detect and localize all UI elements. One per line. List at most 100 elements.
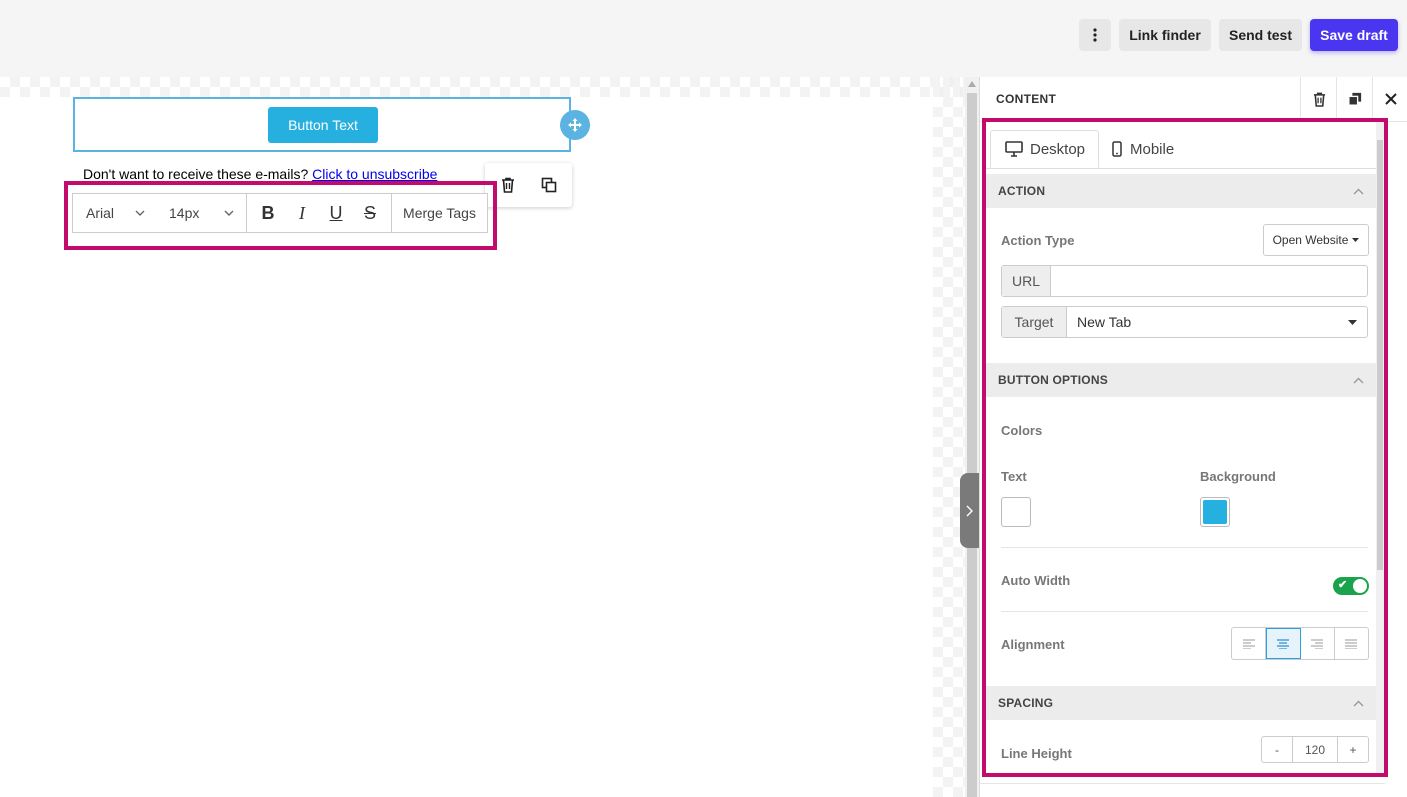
target-value: New Tab xyxy=(1077,314,1132,330)
unsubscribe-text: Don't want to receive these e-mails? xyxy=(83,166,309,182)
tab-mobile[interactable]: Mobile xyxy=(1112,130,1212,168)
line-height-label: Line Height xyxy=(1001,746,1072,761)
unsubscribe-link[interactable]: Click to unsubscribe xyxy=(312,166,437,182)
text-color-fill xyxy=(1004,500,1028,524)
align-left-icon xyxy=(1242,639,1255,649)
line-height-value[interactable]: 120 xyxy=(1293,737,1337,762)
divider xyxy=(1001,611,1368,612)
action-type-label: Action Type xyxy=(1001,233,1075,248)
line-height-stepper: - 120 + xyxy=(1261,736,1369,763)
text-color-swatch[interactable] xyxy=(1001,497,1031,527)
font-family-value: Arial xyxy=(86,205,115,221)
section-button-options-title: BUTTON OPTIONS xyxy=(998,373,1108,387)
align-right-icon xyxy=(1311,639,1324,649)
phone-icon xyxy=(1112,141,1122,157)
merge-tags-button[interactable]: Merge Tags xyxy=(392,205,487,221)
line-height-decrement[interactable]: - xyxy=(1262,737,1293,762)
divider xyxy=(1001,547,1368,548)
url-field: URL xyxy=(1001,265,1368,297)
action-type-select[interactable]: Open Website xyxy=(1263,224,1369,256)
move-icon xyxy=(568,118,582,132)
delete-row-button[interactable] xyxy=(498,175,518,195)
scroll-up-arrow-icon[interactable] xyxy=(968,81,976,87)
duplicate-content-button[interactable] xyxy=(1336,77,1373,121)
panel-header: CONTENT xyxy=(980,77,1407,122)
device-tabs: Desktop Mobile xyxy=(986,130,1376,169)
check-icon: ✔ xyxy=(1338,579,1348,591)
panel-title: CONTENT xyxy=(996,92,1057,106)
underline-button[interactable]: U xyxy=(319,194,353,232)
caret-down-icon xyxy=(1348,319,1357,325)
align-center-button[interactable] xyxy=(1266,628,1301,659)
row-actions-popover xyxy=(485,163,572,207)
align-justify-icon xyxy=(1345,639,1358,649)
target-addon: Target xyxy=(1002,307,1067,337)
italic-button[interactable]: I xyxy=(285,194,319,232)
chevron-right-icon xyxy=(966,505,973,516)
duplicate-icon xyxy=(1348,92,1362,106)
alignment-label: Alignment xyxy=(1001,637,1065,652)
trash-icon xyxy=(1313,92,1325,107)
tab-desktop[interactable]: Desktop xyxy=(990,130,1099,168)
panel-content: Desktop Mobile ACTION Action Type Open W… xyxy=(986,122,1376,773)
section-button-options-header[interactable]: BUTTON OPTIONS xyxy=(986,363,1376,397)
auto-width-toggle[interactable]: ✔ xyxy=(1333,577,1369,595)
auto-width-label: Auto Width xyxy=(1001,573,1071,588)
close-icon xyxy=(1385,93,1397,105)
canvas-scrollbar[interactable] xyxy=(965,77,979,797)
url-input[interactable] xyxy=(1051,266,1367,296)
tab-mobile-label: Mobile xyxy=(1130,140,1175,158)
align-right-button[interactable] xyxy=(1301,628,1335,659)
send-test-button[interactable]: Send test xyxy=(1219,19,1302,51)
font-family-select[interactable]: Arial xyxy=(73,205,157,221)
tab-desktop-label: Desktop xyxy=(1030,140,1086,158)
section-action-header[interactable]: ACTION xyxy=(986,174,1376,208)
toolbar-divider xyxy=(246,194,247,232)
panel-scrollbar[interactable] xyxy=(1376,122,1384,773)
background-color-swatch[interactable] xyxy=(1200,497,1230,527)
canvas-checker-right xyxy=(933,77,965,797)
text-color-label: Text xyxy=(1001,469,1027,484)
alignment-group xyxy=(1231,627,1369,660)
background-color-label: Background xyxy=(1200,469,1276,484)
line-height-increment[interactable]: + xyxy=(1337,737,1368,762)
link-finder-button[interactable]: Link finder xyxy=(1119,19,1211,51)
unsubscribe-line: Don't want to receive these e-mails? Cli… xyxy=(83,166,437,182)
section-action-title: ACTION xyxy=(998,184,1046,198)
caret-down-icon xyxy=(1352,238,1360,242)
toggle-knob xyxy=(1353,579,1367,593)
action-type-value: Open Website xyxy=(1272,233,1349,247)
panel-scrollbar-thumb[interactable] xyxy=(1377,140,1383,570)
move-handle[interactable] xyxy=(560,110,590,140)
trash-icon xyxy=(502,177,514,193)
align-left-button[interactable] xyxy=(1232,628,1267,659)
close-panel-button[interactable] xyxy=(1372,77,1407,121)
colors-label: Colors xyxy=(1001,423,1043,438)
font-size-value: 14px xyxy=(169,205,200,221)
strikethrough-button[interactable]: S xyxy=(353,194,387,232)
chevron-up-icon xyxy=(1353,377,1364,383)
target-field: Target New Tab xyxy=(1001,306,1368,338)
duplicate-icon xyxy=(541,177,557,193)
panel-bottom-divider xyxy=(980,783,1385,784)
duplicate-row-button[interactable] xyxy=(539,175,559,195)
section-spacing-title: SPACING xyxy=(998,696,1054,710)
target-select[interactable]: New Tab xyxy=(1067,307,1367,337)
background-color-fill xyxy=(1203,500,1227,524)
canvas-checker-top xyxy=(0,77,965,97)
chevron-up-icon xyxy=(1353,188,1364,194)
email-canvas: Button Text Don't want to receive these … xyxy=(0,77,965,797)
collapse-panel-tab[interactable] xyxy=(960,473,979,548)
align-justify-button[interactable] xyxy=(1335,628,1368,659)
more-options-button[interactable] xyxy=(1079,19,1111,51)
bold-button[interactable]: B xyxy=(251,194,285,232)
font-size-select[interactable]: 14px xyxy=(157,205,246,221)
save-draft-button[interactable]: Save draft xyxy=(1310,19,1398,51)
section-spacing-header[interactable]: SPACING xyxy=(986,686,1376,720)
chevron-down-icon xyxy=(224,210,234,216)
properties-panel: CONTENT Desktop Mobile ACTION Action Typ… xyxy=(979,77,1407,797)
email-button[interactable]: Button Text xyxy=(268,107,378,143)
text-format-toolbar: Arial 14px B I U S Merge Tags xyxy=(72,193,488,233)
delete-content-button[interactable] xyxy=(1300,77,1337,121)
canvas-scrollbar-thumb[interactable] xyxy=(967,93,977,797)
